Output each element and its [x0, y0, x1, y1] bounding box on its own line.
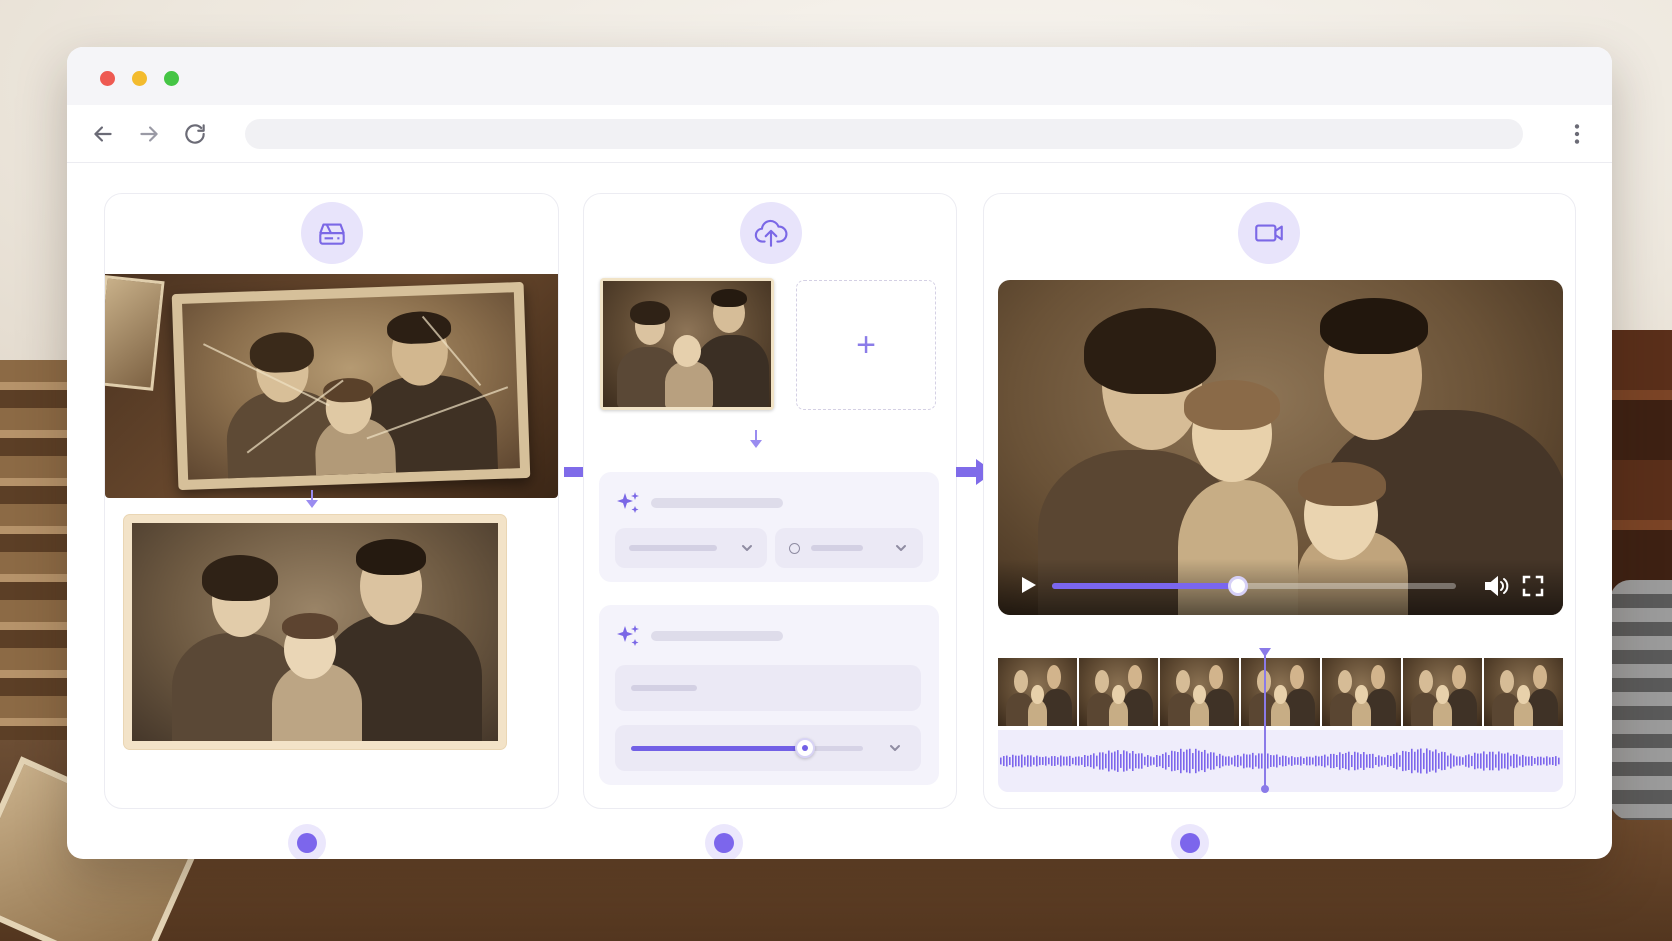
filmstrip-frame[interactable]: [1079, 658, 1158, 726]
damaged-photo-image: [182, 292, 520, 480]
browser-window: +: [67, 47, 1612, 859]
cloud-upload-icon: [740, 202, 802, 264]
card-title-placeholder: [651, 498, 783, 508]
slider-fill: [631, 746, 805, 751]
title-bar: [67, 47, 1612, 105]
timeline-filmstrip[interactable]: [998, 658, 1563, 726]
audio-waveform[interactable]: [998, 730, 1563, 792]
step-indicator-3[interactable]: [1171, 824, 1209, 859]
damaged-photo-card: [171, 281, 531, 491]
sparkle-icon: [615, 623, 641, 649]
down-arrow-icon: [748, 430, 764, 450]
fullscreen-icon[interactable]: [1520, 573, 1546, 599]
side-photo: [105, 275, 165, 391]
ai-settings-card: [599, 472, 939, 582]
restored-photo: [124, 515, 506, 749]
address-bar[interactable]: [245, 119, 1523, 149]
timeline-playhead[interactable]: [1258, 648, 1271, 793]
volume-icon[interactable]: [1482, 572, 1510, 600]
progress-fill: [1052, 583, 1238, 589]
arrow-right-icon[interactable]: [136, 121, 162, 147]
uploaded-photo-thumbnail[interactable]: [600, 278, 774, 410]
ai-prompt-card: [599, 605, 939, 785]
thumbnail-image: [603, 281, 771, 407]
filmstrip-frame[interactable]: [1241, 658, 1320, 726]
arrow-left-icon[interactable]: [90, 121, 116, 147]
filmstrip-frame[interactable]: [998, 658, 1077, 726]
close-window-button[interactable]: [100, 71, 115, 86]
upload-settings-panel: +: [583, 193, 957, 809]
background-film-reel: [1610, 580, 1672, 820]
filmstrip-frame[interactable]: [1160, 658, 1239, 726]
filmstrip-frame[interactable]: [1484, 658, 1563, 726]
add-photo-label: +: [856, 325, 876, 364]
video-camera-icon: [1238, 202, 1300, 264]
browser-toolbar: [67, 105, 1612, 163]
filmstrip-frame[interactable]: [1403, 658, 1482, 726]
reload-icon[interactable]: [182, 121, 208, 147]
restored-photo-image: [132, 523, 498, 741]
progress-handle[interactable]: [1227, 576, 1248, 596]
chevron-down-icon: [887, 740, 903, 756]
step-indicator-1[interactable]: [288, 824, 326, 859]
radio-icon: [789, 543, 800, 554]
chevron-down-icon: [739, 540, 755, 556]
video-player[interactable]: [998, 280, 1563, 615]
style-dropdown[interactable]: [615, 528, 767, 568]
damaged-photo: [105, 274, 558, 498]
step-indicator-2[interactable]: [705, 824, 743, 859]
intensity-slider[interactable]: [615, 725, 921, 771]
card-title-placeholder: [651, 631, 783, 641]
video-output-panel: [983, 193, 1576, 809]
workflow-content: +: [67, 163, 1612, 859]
option-dropdown[interactable]: [775, 528, 923, 568]
scanner-icon: [301, 202, 363, 264]
scan-restore-panel: [104, 193, 559, 809]
chevron-down-icon: [893, 540, 909, 556]
prompt-input[interactable]: [615, 665, 921, 711]
video-controls: [998, 559, 1563, 615]
play-icon[interactable]: [1016, 573, 1040, 597]
kebab-menu-icon[interactable]: [1564, 121, 1590, 147]
maximize-window-button[interactable]: [164, 71, 179, 86]
filmstrip-frame[interactable]: [1322, 658, 1401, 726]
minimize-window-button[interactable]: [132, 71, 147, 86]
sparkle-icon: [615, 490, 641, 516]
slider-handle[interactable]: [795, 738, 815, 758]
add-photo-button[interactable]: +: [796, 280, 936, 410]
down-arrow-icon: [304, 490, 320, 510]
